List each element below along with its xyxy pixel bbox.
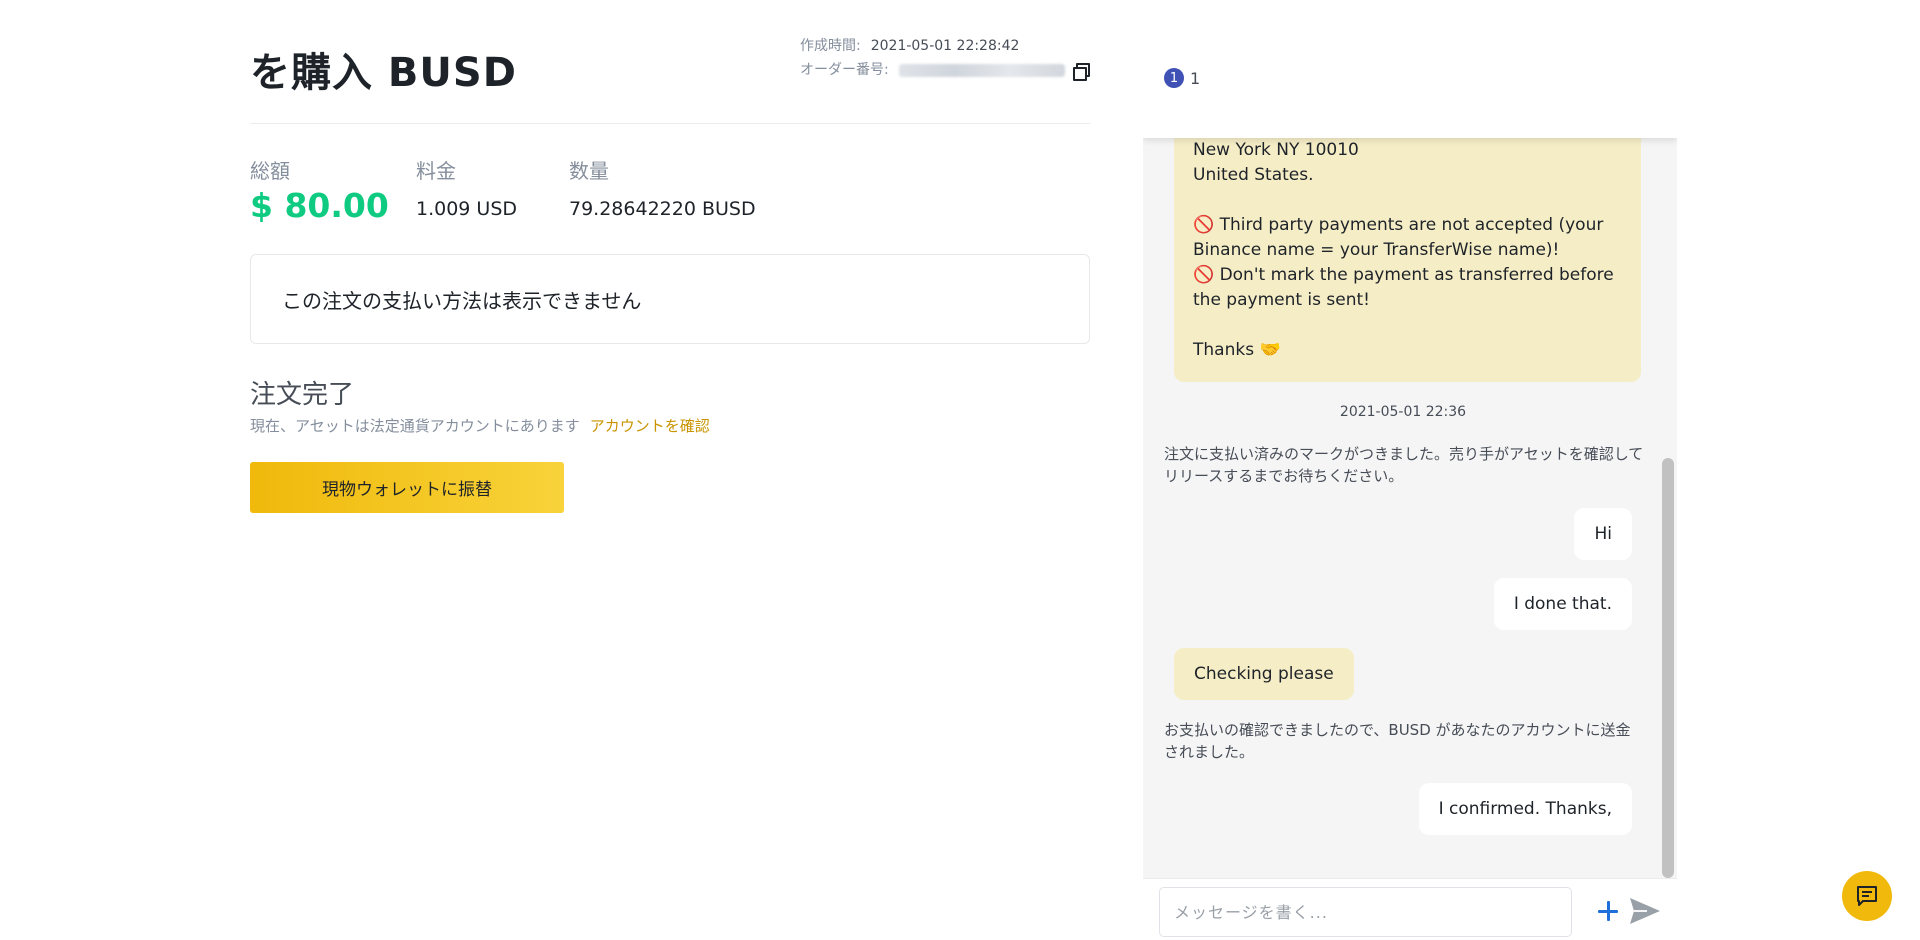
merchant-instructions-message: New York NY 10010 United States. 🚫 Third… [1174,98,1641,382]
order-number-redacted [898,63,1065,77]
message-composer [1143,878,1677,940]
fee: 料金 1.009 USD [416,155,517,220]
order-complete-subtitle: 現在、アセットは法定通貨アカウントにあります アカウントを確認 [250,415,710,436]
chat-header: 1 1 [1143,18,1677,138]
chat-help-button[interactable] [1842,871,1892,921]
fee-label: 料金 [416,159,456,183]
order-complete-title: 注文完了 [250,380,355,410]
chat-scrollbar[interactable] [1662,458,1674,878]
fee-value: 1.009 USD [416,198,518,220]
plus-icon[interactable] [1598,901,1618,921]
system-message-paid: 注文に支払い済みのマークがつきました。売り手がアセットを確認してリリースするまで… [1164,445,1644,485]
order-meta: 作成時間: 2021-05-01 22:28:42 オーダー番号: [800,34,1090,82]
created-time-row: 作成時間: 2021-05-01 22:28:42 [800,34,1087,58]
chat-help-icon [1857,886,1877,906]
quantity-value: 79.28642220 BUSD [569,198,756,220]
order-number-row: オーダー番号: [800,58,1090,82]
message-list[interactable]: New York NY 10010 United States. 🚫 Third… [1143,18,1677,878]
asset-location-text: 現在、アセットは法定通貨アカウントにあります [250,417,580,435]
copy-icon[interactable] [1072,63,1090,81]
header-divider [250,123,1090,124]
message-input[interactable] [1159,887,1572,937]
created-time-value: 2021-05-01 22:28:42 [870,38,1020,54]
merchant-instructions-text: New York NY 10010 United States. 🚫 Third… [1193,140,1614,360]
header-count: 1 [1190,68,1201,88]
payment-method-notice: この注文の支払い方法は表示できません [250,254,1090,344]
outgoing-message-hi: Hi [1574,508,1632,560]
send-icon[interactable] [1629,897,1661,925]
message-timestamp: 2021-05-01 22:36 [1339,404,1467,420]
total-amount: 総額 $ 80.00 [250,155,389,225]
quantity: 数量 79.28642220 BUSD [569,155,756,220]
incoming-message-checking: Checking please [1174,648,1354,700]
order-number-label: オーダー番号: [800,62,889,78]
payment-method-text: この注文の支払い方法は表示できません [282,288,642,313]
outgoing-message-done: I done that. [1493,578,1632,630]
system-message-released: お支払いの確認できましたので、BUSD があなたのアカウントに送金されました。 [1164,721,1631,761]
unread-badge: 1 [1164,68,1184,88]
transfer-to-spot-button[interactable]: 現物ウォレットに振替 [250,462,564,513]
chat-panel: 1 1 New York NY 10010 United States. 🚫 T… [1143,18,1677,940]
page-title: を購入 BUSD [250,50,517,96]
total-label: 総額 [250,159,290,183]
check-account-link[interactable]: アカウントを確認 [590,417,710,435]
quantity-label: 数量 [569,159,609,183]
outgoing-message-confirmed: I confirmed. Thanks, [1418,783,1632,835]
created-time-label: 作成時間: [800,38,861,54]
total-value: $ 80.00 [250,186,389,225]
